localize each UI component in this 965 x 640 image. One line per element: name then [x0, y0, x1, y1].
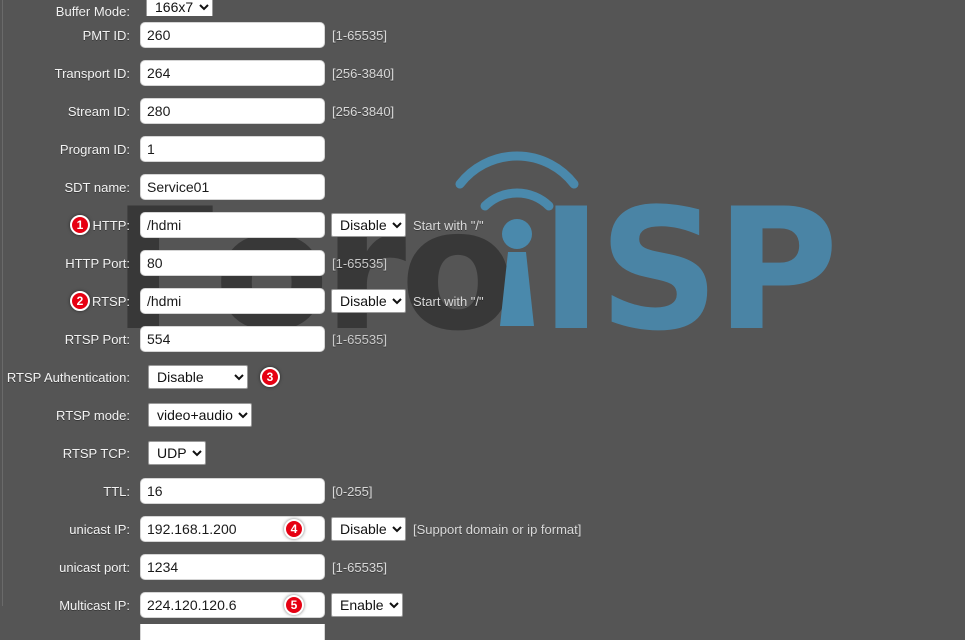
- field-pmt-id: [1-65535]: [140, 22, 387, 48]
- hint-unicast-ip: [Support domain or ip format]: [413, 521, 582, 537]
- form-row-multicast-ip: Multicast IP: 5 Enable: [0, 586, 965, 624]
- form-row-rtsp-mode: RTSP mode: video+audio: [0, 396, 965, 434]
- stream-settings-form: Buffer Mode: 166x7 PMT ID: [1-65535] Tra…: [0, 0, 965, 640]
- field-stream-id: [256-3840]: [140, 98, 394, 124]
- field-buffer-mode: 166x7: [140, 0, 213, 16]
- hint-ttl: [0-255]: [332, 483, 373, 499]
- label-rtsp-authentication: RTSP Authentication:: [6, 369, 130, 385]
- stream-id-input[interactable]: [140, 98, 325, 124]
- form-row-stream-id: Stream ID: [256-3840]: [0, 92, 965, 130]
- rtsp-mode-select[interactable]: video+audio: [148, 403, 252, 427]
- label-stream-id: Stream ID:: [67, 103, 130, 119]
- label-program-id: Program ID:: [59, 141, 130, 157]
- field-multicast-ip: 5 Enable: [140, 592, 410, 618]
- label-unicast-ip: unicast IP:: [69, 521, 130, 537]
- form-row-unicast-ip: unicast IP: 4 Disable [Support domain or…: [0, 510, 965, 548]
- field-rtsp: Disable Start with "/": [140, 288, 484, 314]
- form-row-rtsp: 2 RTSP: Disable Start with "/": [0, 282, 965, 320]
- label-multicast-ip: Multicast IP:: [59, 597, 130, 613]
- form-row-rtsp-tcp: RTSP TCP: UDP: [0, 434, 965, 472]
- field-rtsp-mode: video+audio: [140, 403, 252, 427]
- hint-transport-id: [256-3840]: [332, 65, 395, 81]
- label-rtsp-port: RTSP Port:: [64, 331, 130, 347]
- field-rtsp-authentication: Disable 3: [140, 365, 280, 389]
- label-rtsp-tcp: RTSP TCP:: [62, 445, 130, 461]
- label-buffer-mode: Buffer Mode:: [55, 4, 130, 16]
- http-enable-select[interactable]: Disable: [331, 213, 406, 237]
- hint-rtsp-port: [1-65535]: [332, 331, 387, 347]
- rtsp-authentication-select[interactable]: Disable: [148, 365, 248, 389]
- sdt-name-input[interactable]: [140, 174, 325, 200]
- form-row-buffer-mode: Buffer Mode: 166x7: [0, 0, 965, 16]
- form-row-pmt-id: PMT ID: [1-65535]: [0, 16, 965, 54]
- buffer-mode-select[interactable]: 166x7: [146, 0, 213, 16]
- field-unicast-port: [1-65535]: [140, 554, 387, 580]
- form-row-next-partial: [0, 624, 965, 640]
- unicast-enable-select[interactable]: Disable: [331, 517, 406, 541]
- field-http-port: [1-65535]: [140, 250, 387, 276]
- form-row-http: 1 HTTP: Disable Start with "/": [0, 206, 965, 244]
- label-transport-id: Transport ID:: [54, 65, 130, 81]
- field-unicast-ip: 4 Disable [Support domain or ip format]: [140, 516, 581, 542]
- form-row-http-port: HTTP Port: [1-65535]: [0, 244, 965, 282]
- form-row-transport-id: Transport ID: [256-3840]: [0, 54, 965, 92]
- label-unicast-port: unicast port:: [59, 559, 130, 575]
- rtsp-path-input[interactable]: [140, 288, 325, 314]
- program-id-input[interactable]: [140, 136, 325, 162]
- annotation-badge-3: 3: [260, 367, 280, 387]
- label-rtsp-mode: RTSP mode:: [56, 407, 130, 423]
- ttl-input[interactable]: [140, 478, 325, 504]
- hint-http-port: [1-65535]: [332, 255, 387, 271]
- annotation-badge-2: 2: [70, 291, 90, 311]
- multicast-enable-select[interactable]: Enable: [331, 593, 403, 617]
- hint-unicast-port: [1-65535]: [332, 559, 387, 575]
- form-row-unicast-port: unicast port: [1-65535]: [0, 548, 965, 586]
- label-sdt-name: SDT name:: [64, 179, 130, 195]
- form-row-sdt-name: SDT name:: [0, 168, 965, 206]
- field-rtsp-port: [1-65535]: [140, 326, 387, 352]
- http-port-input[interactable]: [140, 250, 325, 276]
- label-http-port: HTTP Port:: [65, 255, 130, 271]
- field-rtsp-tcp: UDP: [140, 441, 206, 465]
- rtsp-port-input[interactable]: [140, 326, 325, 352]
- rtsp-tcp-select[interactable]: UDP: [148, 441, 206, 465]
- next-partial-input[interactable]: [140, 624, 325, 640]
- form-row-rtsp-authentication: RTSP Authentication: Disable 3: [0, 358, 965, 396]
- form-row-ttl: TTL: [0-255]: [0, 472, 965, 510]
- field-sdt-name: [140, 174, 332, 200]
- form-row-rtsp-port: RTSP Port: [1-65535]: [0, 320, 965, 358]
- pmt-id-input[interactable]: [140, 22, 325, 48]
- annotation-badge-5: 5: [284, 595, 304, 615]
- hint-rtsp: Start with "/": [413, 293, 484, 309]
- form-row-program-id: Program ID:: [0, 130, 965, 168]
- http-path-input[interactable]: [140, 212, 325, 238]
- field-http: Disable Start with "/": [140, 212, 484, 238]
- rtsp-enable-select[interactable]: Disable: [331, 289, 406, 313]
- annotation-badge-4: 4: [284, 519, 304, 539]
- field-program-id: [140, 136, 332, 162]
- field-ttl: [0-255]: [140, 478, 372, 504]
- label-pmt-id: PMT ID:: [82, 27, 130, 43]
- unicast-port-input[interactable]: [140, 554, 325, 580]
- label-ttl: TTL:: [103, 483, 130, 499]
- transport-id-input[interactable]: [140, 60, 325, 86]
- field-transport-id: [256-3840]: [140, 60, 394, 86]
- hint-http: Start with "/": [413, 217, 484, 233]
- hint-stream-id: [256-3840]: [332, 103, 395, 119]
- hint-pmt-id: [1-65535]: [332, 27, 387, 43]
- page-left-edge: [2, 0, 3, 606]
- annotation-badge-1: 1: [70, 215, 90, 235]
